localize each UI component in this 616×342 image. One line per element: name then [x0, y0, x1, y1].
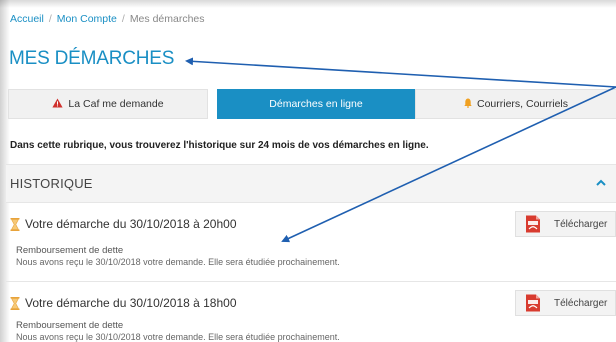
download-label: Télécharger	[554, 218, 608, 230]
chevron-up-icon[interactable]	[594, 176, 608, 190]
entry-title: Votre démarche du 30/10/2018 à 20h00	[25, 217, 237, 231]
history-header[interactable]: HISTORIQUE	[6, 164, 616, 203]
pdf-icon	[525, 294, 541, 312]
history-entry: Votre démarche du 30/10/2018 à 20h00 Rem…	[6, 204, 616, 282]
tab-demarches-en-ligne[interactable]: Démarches en ligne	[217, 89, 415, 119]
download-button[interactable]: Télécharger	[515, 211, 616, 237]
intro-text: Dans cette rubrique, vous trouverez l'hi…	[10, 140, 429, 151]
entry-message: Nous avons reçu le 30/10/2018 votre dema…	[16, 332, 340, 342]
breadcrumb-accueil[interactable]: Accueil	[10, 13, 44, 25]
bell-icon	[464, 98, 472, 111]
page-title: MES DÉMARCHES	[9, 48, 175, 69]
tab-label: La Caf me demande	[68, 98, 164, 110]
entry-heading: Votre démarche du 30/10/2018 à 18h00	[10, 296, 237, 310]
tab-bar: La Caf me demande Démarches en ligne Cou…	[8, 89, 616, 119]
tab-label: Démarches en ligne	[269, 98, 363, 110]
breadcrumb-current: Mes démarches	[129, 13, 205, 25]
breadcrumb: Accueil / Mon Compte / Mes démarches	[10, 13, 205, 25]
entry-heading: Votre démarche du 30/10/2018 à 20h00	[10, 217, 237, 231]
breadcrumb-separator: /	[48, 13, 52, 25]
window-shadow-top	[0, 0, 616, 8]
pdf-icon	[525, 215, 541, 233]
history-title: HISTORIQUE	[10, 176, 93, 191]
tab-la-caf-me-demande[interactable]: La Caf me demande	[8, 89, 208, 119]
tab-courriers-courriels[interactable]: Courriers, Courriels	[415, 89, 616, 119]
tab-label: Courriers, Courriels	[476, 98, 569, 110]
download-button[interactable]: Télécharger	[515, 290, 616, 316]
breadcrumb-separator: /	[121, 13, 125, 25]
entry-message: Nous avons reçu le 30/10/2018 votre dema…	[16, 257, 340, 267]
breadcrumb-mon-compte[interactable]: Mon Compte	[57, 13, 117, 25]
hourglass-icon	[10, 217, 20, 231]
download-label: Télécharger	[554, 297, 608, 309]
warning-icon	[52, 98, 64, 111]
page: Accueil / Mon Compte / Mes démarches MES DÉM…	[0, 0, 616, 342]
history-entry: Votre démarche du 30/10/2018 à 18h00 Rem…	[6, 283, 616, 342]
entry-title: Votre démarche du 30/10/2018 à 18h00	[25, 296, 237, 310]
annotation-arrow-title	[185, 57, 616, 88]
hourglass-icon	[10, 296, 20, 310]
entry-type: Remboursement de dette	[16, 245, 124, 256]
entry-type: Remboursement de dette	[16, 320, 124, 331]
